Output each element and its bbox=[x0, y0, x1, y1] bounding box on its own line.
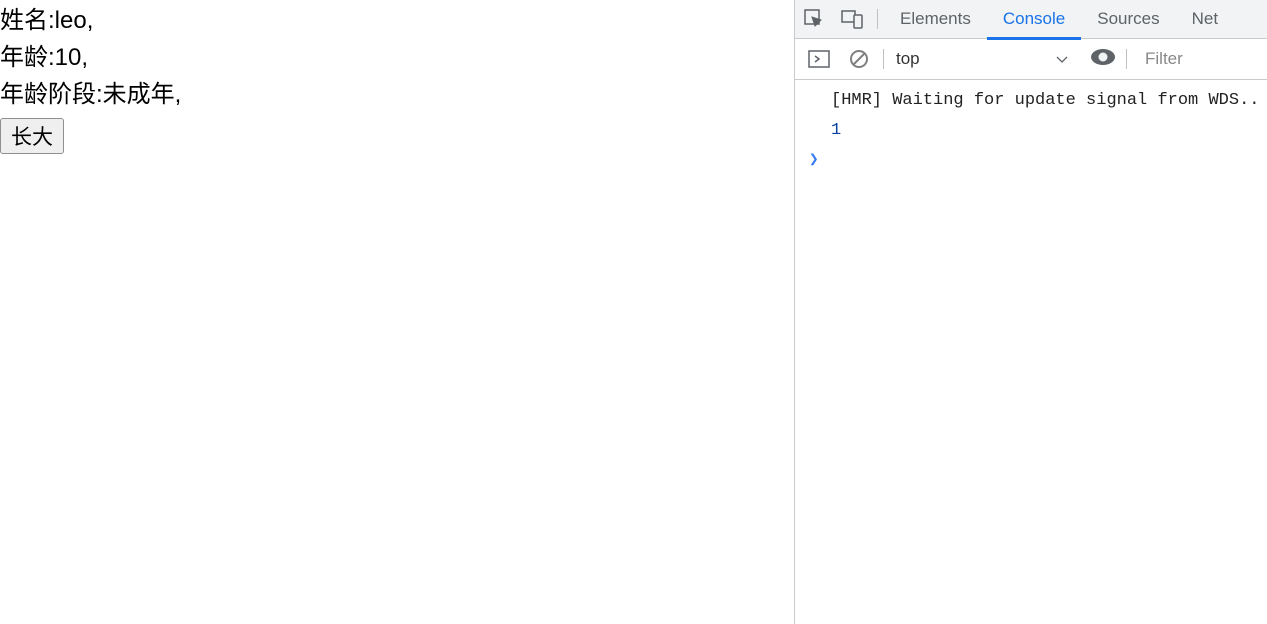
devtools-tabs: Elements Console Sources Net bbox=[795, 0, 1267, 39]
context-value: top bbox=[896, 49, 920, 69]
tab-elements[interactable]: Elements bbox=[884, 0, 987, 39]
toolbar-separator-2 bbox=[1126, 49, 1127, 69]
toolbar-separator bbox=[883, 49, 884, 69]
stage-label: 年龄阶段: bbox=[0, 81, 103, 108]
tab-console[interactable]: Console bbox=[987, 0, 1081, 39]
console-prompt[interactable]: ❯ bbox=[795, 145, 1267, 171]
page-content: 姓名:leo, 年龄:10, 年龄阶段:未成年, 长大 bbox=[0, 0, 794, 624]
name-value: leo, bbox=[55, 7, 94, 34]
device-toggle-icon[interactable] bbox=[833, 0, 871, 38]
grow-button[interactable]: 长大 bbox=[0, 118, 64, 154]
console-toolbar: top bbox=[795, 39, 1267, 80]
name-label: 姓名: bbox=[0, 7, 55, 34]
context-selector[interactable]: top bbox=[888, 39, 1088, 79]
tab-separator bbox=[877, 9, 878, 29]
devtools-panel: Elements Console Sources Net top bbox=[794, 0, 1267, 624]
chevron-down-icon bbox=[1056, 49, 1068, 69]
filter bbox=[1088, 48, 1263, 71]
age-label: 年龄: bbox=[0, 44, 55, 71]
age-line: 年龄:10, bbox=[0, 39, 794, 76]
filter-input[interactable] bbox=[1145, 49, 1215, 69]
tab-sources[interactable]: Sources bbox=[1081, 0, 1175, 39]
clear-console-icon[interactable] bbox=[839, 40, 879, 78]
name-line: 姓名:leo, bbox=[0, 2, 794, 39]
inspect-element-icon[interactable] bbox=[795, 0, 833, 38]
console-log-line: [HMR] Waiting for update signal from WDS… bbox=[795, 86, 1267, 116]
stage-line: 年龄阶段:未成年, bbox=[0, 76, 794, 113]
console-log-line: 1 bbox=[795, 116, 1267, 146]
tab-network[interactable]: Net bbox=[1176, 0, 1234, 39]
sidebar-toggle-icon[interactable] bbox=[799, 40, 839, 78]
console-body[interactable]: [HMR] Waiting for update signal from WDS… bbox=[795, 80, 1267, 624]
prompt-arrow-icon: ❯ bbox=[809, 149, 819, 169]
age-value: 10, bbox=[55, 44, 88, 71]
stage-value: 未成年, bbox=[103, 81, 182, 108]
live-expression-icon[interactable] bbox=[1090, 48, 1116, 71]
